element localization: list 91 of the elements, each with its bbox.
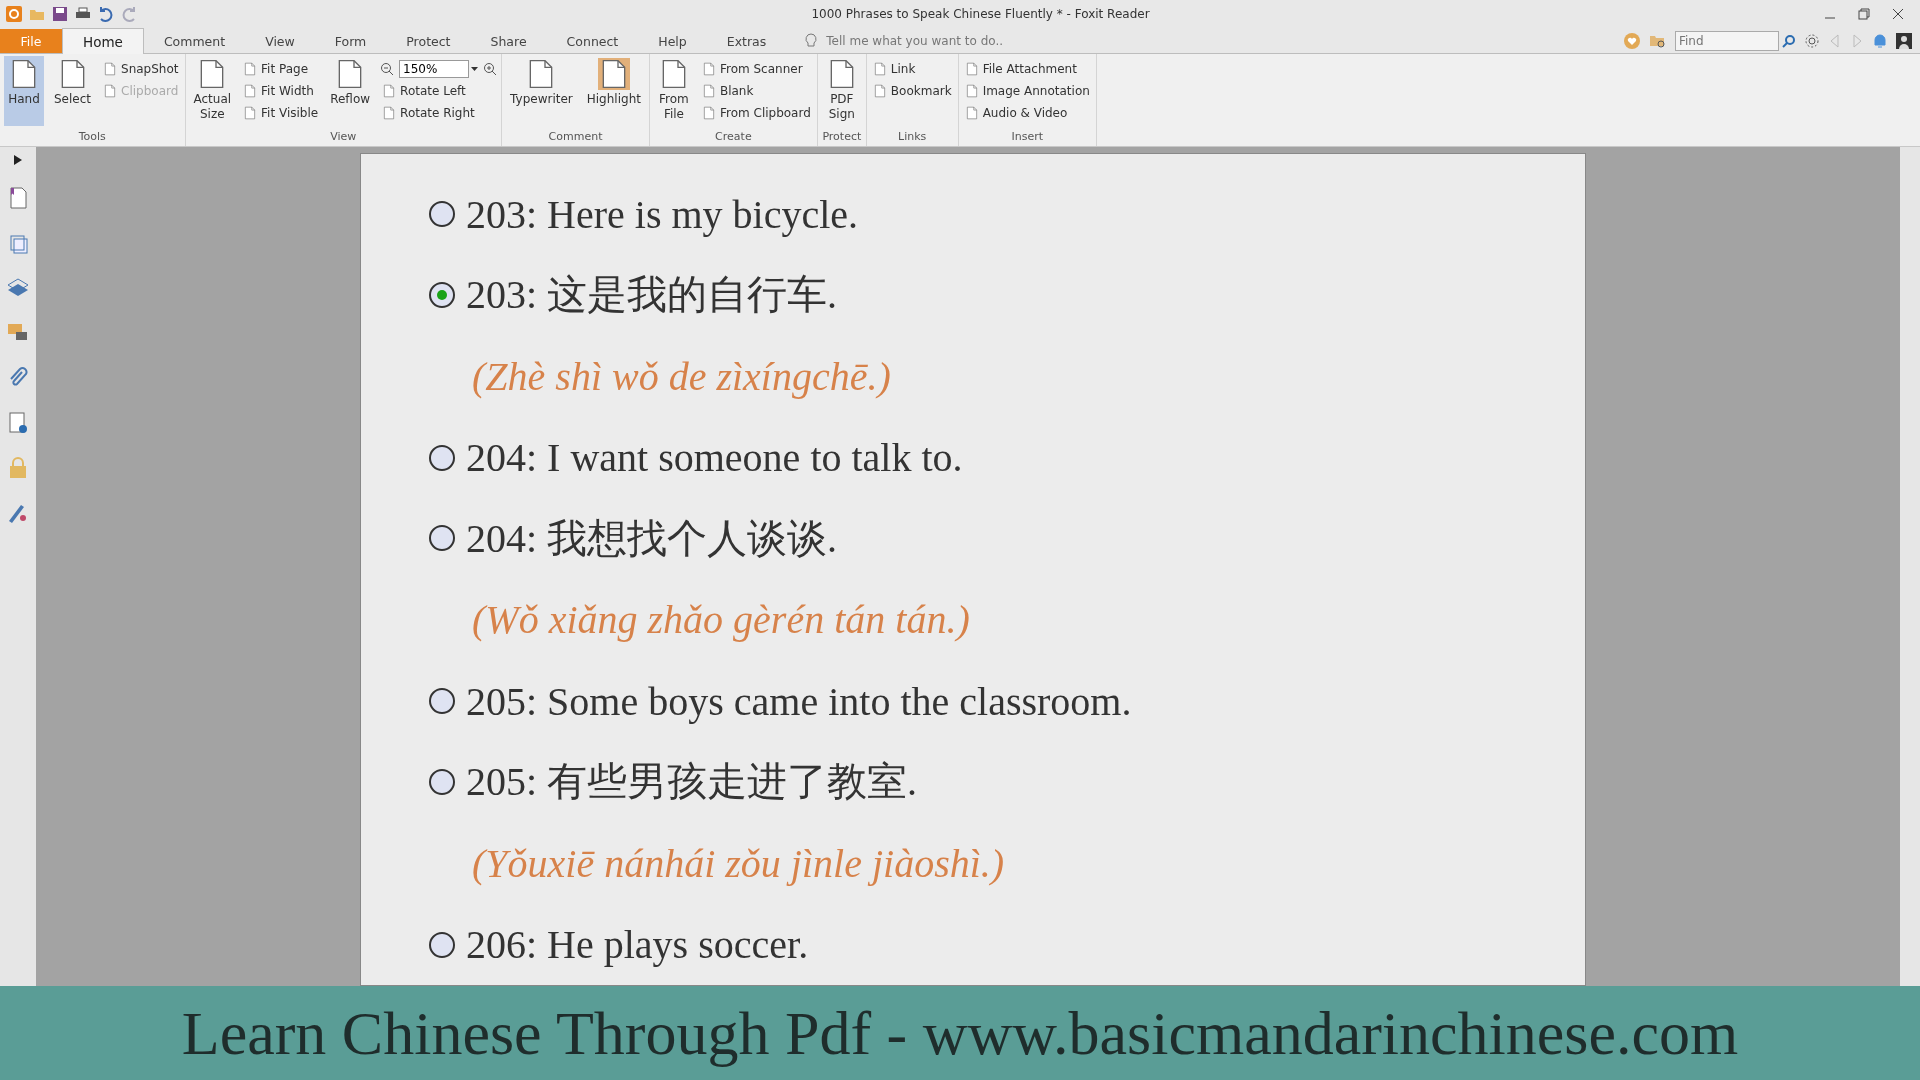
phrase-text: 203: Here is my bicycle. [466, 190, 859, 238]
page-icon [243, 105, 258, 120]
banner-text: Learn Chinese Through Pdf - www.basicmandarinchinese.com [181, 997, 1739, 1069]
restore-icon[interactable] [1858, 7, 1870, 20]
phrase-text: 205: Some boys came into the classroom. [466, 677, 1132, 725]
toolbar-button[interactable]: Rotate Right [380, 103, 498, 122]
ribbon-tab[interactable]: Extras [706, 29, 787, 53]
page-icon [243, 83, 258, 98]
toolbar-button[interactable]: Typewriter [506, 56, 577, 126]
toolbar-button[interactable]: PDF Sign [821, 56, 862, 126]
toolbar-button[interactable]: Rotate Left [380, 81, 498, 100]
page-icon [872, 61, 887, 76]
ribbon-tab[interactable]: View [245, 29, 315, 53]
ribbon-tab[interactable]: Share [470, 29, 547, 53]
phrase-text: 203: 这是我的自行车. [466, 271, 838, 320]
toolbar-button[interactable]: From File [653, 56, 694, 126]
user-icon[interactable] [1896, 33, 1912, 49]
toolbar-button[interactable]: From Scanner [699, 59, 813, 78]
phrase-text: 204: 我想找个人谈谈. [466, 514, 838, 563]
toolbar-button[interactable]: Fit Visible [241, 103, 321, 122]
group-label: Insert [1010, 130, 1044, 145]
settings-icon[interactable] [1804, 33, 1820, 49]
toolbar-button[interactable]: Bookmark [870, 81, 954, 100]
toolbar-button[interactable]: Link [870, 59, 954, 78]
pinyin-text: (Zhè shì wǒ de zìxíngchē.) [472, 352, 891, 400]
toolbar-button[interactable]: Hand [4, 56, 44, 126]
group-label: Comment [547, 130, 604, 145]
bell-icon[interactable] [1872, 33, 1888, 49]
zoom-in-icon[interactable] [483, 61, 498, 76]
scroll-bar[interactable] [1900, 147, 1920, 986]
page-icon [103, 61, 118, 76]
radio-button[interactable] [427, 686, 457, 717]
window-title: 1000 Phrases to Speak Chinese Fluently * - Foxit Reader [810, 6, 1151, 21]
radio-button[interactable] [427, 523, 457, 554]
toolbar-button[interactable]: Image Annotation [962, 81, 1092, 100]
page-icon [597, 58, 630, 90]
page-icon [243, 61, 258, 76]
phrase-text: 204: I want someone to talk to. [466, 434, 963, 482]
zoom-out-icon[interactable] [380, 61, 395, 76]
ribbon-tab[interactable]: Help [638, 29, 707, 53]
caret-icon [471, 66, 479, 71]
app-logo-icon [6, 5, 22, 22]
toolbar-button[interactable]: Highlight [582, 56, 645, 126]
page-icon [701, 105, 716, 120]
search-icon[interactable] [1782, 34, 1796, 48]
radio-button[interactable] [427, 199, 457, 230]
phrase-text: 206: He plays soccer. [466, 921, 809, 969]
radio-button[interactable] [427, 279, 457, 310]
group-label: Tools [77, 130, 107, 145]
page-icon [964, 61, 979, 76]
ribbon-tab[interactable]: Form [314, 29, 387, 53]
save-icon[interactable] [52, 5, 68, 22]
page-icon [701, 83, 716, 98]
close-icon[interactable] [1892, 7, 1904, 20]
group-label: Protect [821, 130, 862, 145]
group-label: Create [714, 130, 753, 145]
search-field[interactable]: Tell me what you want to do.. [824, 33, 1049, 49]
pinyin-text: (Wǒ xiǎng zhǎo gèrén tán tán.) [472, 596, 970, 644]
page-icon [964, 105, 979, 120]
toolbar-button[interactable]: File Attachment [962, 59, 1092, 78]
page-icon [701, 61, 716, 76]
toolbar-button[interactable]: Blank [699, 81, 813, 100]
ribbon-tab[interactable]: Comment [143, 29, 246, 53]
page-icon [964, 83, 979, 98]
radio-button[interactable] [427, 442, 457, 473]
page-icon [872, 83, 887, 98]
phrase-text: 205: 有些男孩走进了教室. [466, 758, 918, 807]
group-label: View [329, 130, 358, 145]
group-label: Links [897, 130, 928, 145]
lightbulb-icon [804, 33, 819, 49]
page-icon [382, 83, 397, 98]
toolbar-button[interactable]: Audio & Video [962, 103, 1092, 122]
ribbon-tab[interactable]: Protect [386, 29, 471, 53]
radio-button[interactable] [427, 929, 457, 960]
pinyin-text: (Yǒuxiē nánhái zǒu jìnle jiàoshì.) [472, 839, 1005, 887]
toolbar-button[interactable]: From Clipboard [699, 103, 813, 122]
zoom-field[interactable]: 150% [399, 59, 470, 78]
radio-button[interactable] [427, 766, 457, 797]
toolbar-button[interactable]: Fit Page [241, 59, 321, 78]
page-icon [103, 83, 118, 98]
page-icon [382, 105, 397, 120]
toolbar-button[interactable]: Fit Width [241, 81, 321, 100]
ribbon-tab[interactable]: Home [62, 28, 144, 54]
expand-icon[interactable] [14, 155, 22, 165]
toolbar-button[interactable]: Actual Size [189, 56, 236, 126]
undo-icon[interactable] [98, 5, 114, 22]
toolbar-button[interactable]: Reflow [326, 56, 375, 126]
toolbar-button[interactable]: SnapShot [101, 59, 181, 78]
ribbon-tab[interactable]: Connect [546, 29, 639, 53]
toolbar-button[interactable]: Select [50, 56, 96, 126]
find-field[interactable]: Find [1675, 31, 1779, 51]
